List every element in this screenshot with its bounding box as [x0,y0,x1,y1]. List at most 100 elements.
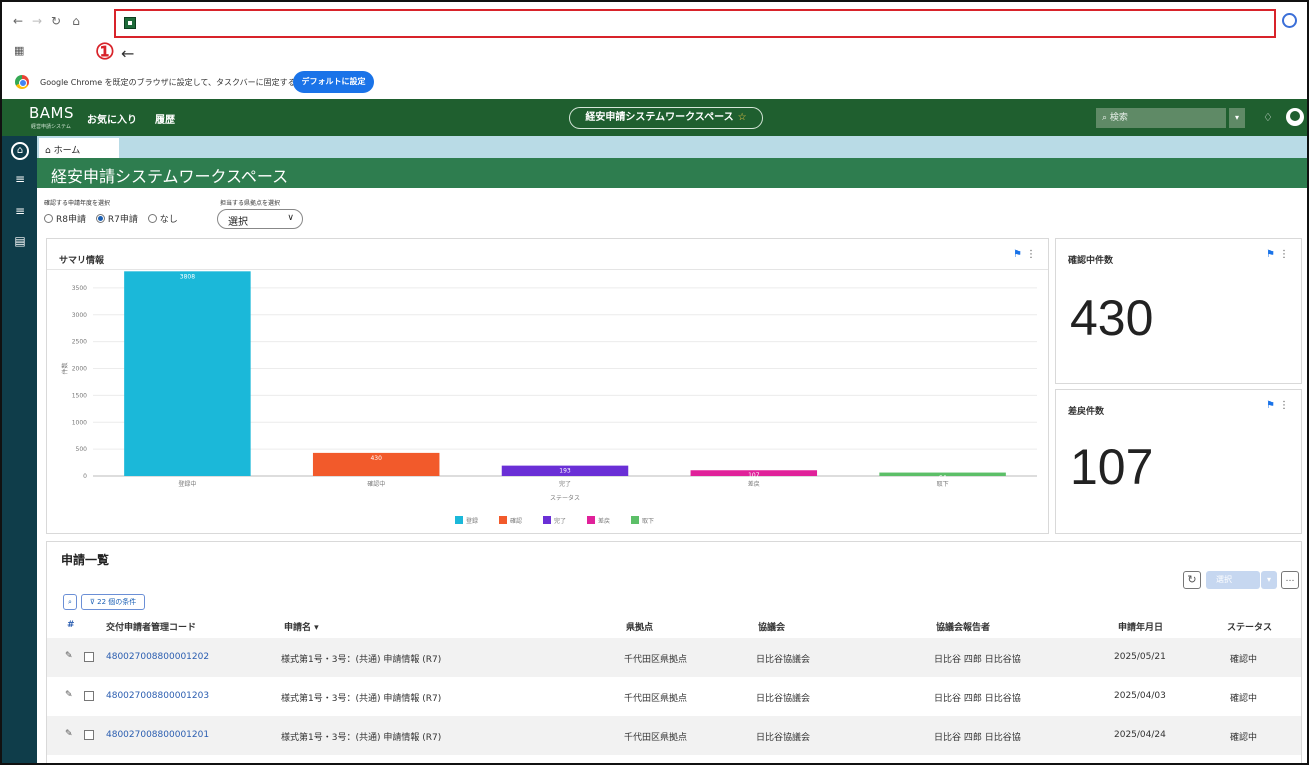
cell-council: 日比谷協議会 [756,694,811,704]
cell-name: 様式第1号・3号：(共通) 申請情報 (R7) [281,733,442,743]
page-title: 経安申請システムワークスペース [37,158,1307,188]
cell-council: 日比谷協議会 [756,655,811,665]
kpi-card-confirming: 確認中件数 ⚑ ⋮ 430 [1055,238,1302,384]
chrome-logo-icon [15,75,29,89]
bulk-select-dropdown[interactable]: ▾ [1261,571,1277,589]
menu-list-icon[interactable]: ≡ [11,170,29,188]
cell-code[interactable]: 480027008800001203 [106,691,209,701]
refresh-button[interactable]: ↻ [1183,571,1201,589]
row-checkbox[interactable] [84,691,94,701]
year-radio-group: R8申請 R7申請 なし [44,212,185,225]
bar-value-label: 193 [559,468,571,475]
more-actions-button[interactable]: … [1281,571,1299,589]
tab-home-label: ホーム [53,146,81,156]
infobar-message: Google Chrome を既定のブラウザに設定して、タスクバーに固定する [40,78,296,87]
edit-pencil-icon[interactable]: ✎ [65,690,73,700]
global-search-input[interactable]: ⌕ 検索 [1096,108,1226,128]
kpi-card-returned: 差戻件数 ⚑ ⋮ 107 [1055,389,1302,534]
column-header-name[interactable]: 申請名 ▾ [284,620,319,633]
user-avatar[interactable] [1286,108,1304,126]
cell-name: 様式第1号・3号：(共通) 申請情報 (R7) [281,655,442,665]
screenshot-frame: ← → ↻ ⌂ ▦ ① ← Google Chrome を既定のブラウザに設定し… [0,0,1309,765]
radio-none-label: なし [159,215,178,225]
kpi-title-returned: 差戻件数 [1068,407,1105,417]
filter-chip[interactable]: ⊽ 22 個の条件 [81,594,145,610]
nav-favorites[interactable]: お気に入り [87,111,137,126]
cell-office: 千代田区県拠点 [624,655,688,665]
bulk-select-button[interactable]: 選択 [1206,571,1260,589]
nav-history[interactable]: 履歴 [155,111,175,126]
y-tick-label: 2500 [72,339,87,346]
summary-bar-chart: 0 500 1000 1500 2000 2500 3000 3500 件数 3808 登録中 430… [61,271,1037,525]
legend-swatch [631,516,639,524]
pin-icon[interactable]: ⚑ [1266,249,1275,260]
app-logo[interactable]: BAMS [29,104,74,122]
more-vert-icon[interactable]: ⋮ [1279,249,1289,260]
row-checkbox[interactable] [84,730,94,740]
forward-icon[interactable]: → [29,13,45,29]
radio-r7-label: R7申請 [107,215,138,225]
column-header-status[interactable]: ステータス [1227,620,1272,633]
left-sidebar: ⌂ ≡ ≡ ▤ [2,136,37,763]
column-header-code[interactable]: 交付申請者管理コード [106,620,196,633]
legend-swatch [587,516,595,524]
legend-label: 登録 [466,517,478,525]
more-vert-icon[interactable]: ⋮ [1279,400,1289,411]
search-placeholder: 検索 [1109,113,1128,123]
radio-r8[interactable]: R8申請 [44,214,86,225]
apps-grid-icon[interactable]: ▦ [14,44,24,57]
notification-bell-icon[interactable]: ♢ [1263,111,1273,124]
y-tick-label: 3000 [72,312,87,319]
list-search-icon[interactable]: ⌕ [63,594,77,610]
favorite-star-icon[interactable]: ☆ [738,112,747,123]
edit-pencil-icon[interactable]: ✎ [65,729,73,739]
office-select[interactable]: 選択 ∨ [217,209,303,229]
annotation-marker: ① [95,39,115,65]
kpi-card-actions[interactable]: ⚑ ⋮ [1266,400,1289,411]
home-icon[interactable]: ⌂ [68,13,84,29]
column-header-date[interactable]: 申請年月日 [1118,620,1163,633]
y-axis-title: 件数 [61,362,69,374]
year-filter-label: 確認する申請年度を選択 [44,200,111,207]
default-browser-infobar: Google Chrome を既定のブラウザに設定して、タスクバーに固定する デ… [2,68,1307,96]
browser-toolbar: ← → ↻ ⌂ [2,2,1307,40]
cell-office: 千代田区県拠点 [624,694,688,704]
back-icon[interactable]: ← [10,13,26,29]
application-list-card: 申請一覧 ⌕ ⊽ 22 個の条件 ↻ 選択 ▾ … # 交付申請者管理コード 申… [46,541,1302,763]
cell-date: 2025/05/21 [1114,652,1166,662]
reload-icon[interactable]: ↻ [48,13,64,29]
column-header-reporter[interactable]: 協議会報告者 [936,620,990,633]
column-header-office[interactable]: 県拠点 [626,620,653,633]
cell-reporter: 日比谷 四郎 日比谷協 [934,694,1021,704]
pin-icon[interactable]: ⚑ [1266,400,1275,411]
database-icon[interactable]: ▤ [11,232,29,250]
radio-none[interactable]: なし [147,214,178,225]
row-checkbox[interactable] [84,652,94,662]
x-tick-label: 確認中 [367,480,385,488]
office-select-value: 選択 [228,217,248,228]
column-header-council[interactable]: 協議会 [758,620,785,633]
workspace-switcher[interactable]: 経安申請システムワークスペース ☆ [569,107,763,129]
edit-pencil-icon[interactable]: ✎ [65,651,73,661]
tab-home[interactable]: ⌂ ホーム [39,138,119,158]
kpi-card-actions[interactable]: ⚑ ⋮ [1266,249,1289,260]
cell-status: 確認中 [1230,655,1258,665]
x-axis-title: ステータス [550,494,580,502]
table-row[interactable]: ✎ 480027008800001201 様式第1号・3号：(共通) 申請情報 … [47,716,1301,755]
profile-icon[interactable] [1282,13,1297,28]
set-default-button[interactable]: デフォルトに設定 [293,71,374,93]
home-nav-icon[interactable]: ⌂ [11,142,29,160]
table-row[interactable]: ✎ 480027008800001202 様式第1号・3号：(共通) 申請情報 … [47,638,1301,677]
table-row[interactable]: ✎ 480027008800001203 様式第1号・3号：(共通) 申請情報 … [47,677,1301,716]
radio-r7[interactable]: R7申請 [95,214,138,225]
y-tick-label: 1500 [72,392,87,399]
search-scope-dropdown[interactable]: ▾ [1229,108,1245,128]
x-tick-label: 差戻 [748,480,760,488]
menu-list-icon-2[interactable]: ≡ [11,202,29,220]
cell-code[interactable]: 480027008800001201 [106,730,209,740]
y-tick-label: 1000 [72,419,87,426]
cell-reporter: 日比谷 四郎 日比谷協 [934,733,1021,743]
cell-code[interactable]: 480027008800001202 [106,652,209,662]
address-bar[interactable] [114,9,1276,38]
site-favicon-icon [124,17,136,29]
